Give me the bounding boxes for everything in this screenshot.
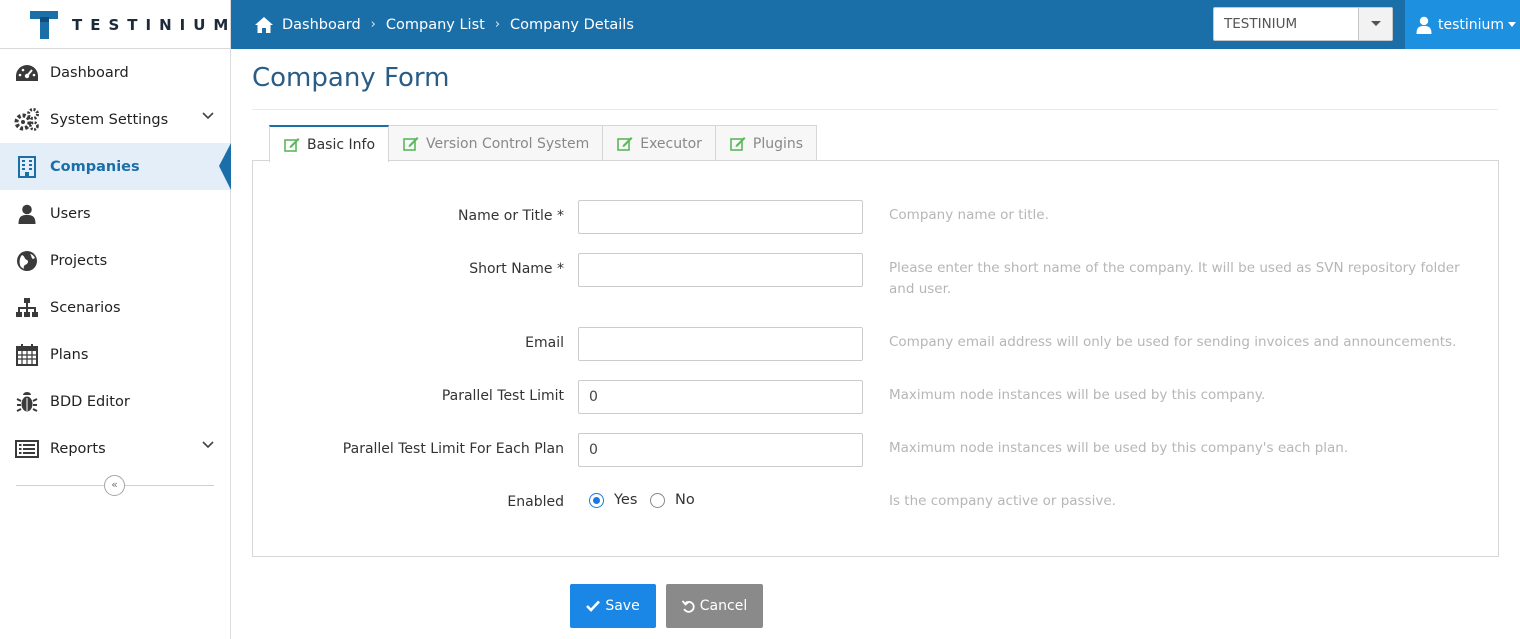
radio-unchecked[interactable] [650, 492, 665, 508]
parallel-limit-plan-label: Parallel Test Limit For Each Plan [342, 441, 564, 457]
sidebar-item-label: Plans [50, 346, 89, 363]
save-button[interactable]: Save [570, 584, 656, 628]
name-input[interactable] [578, 200, 863, 234]
sidebar-item-label: Projects [50, 252, 108, 269]
brand-name: TESTINIUM [72, 16, 237, 34]
title-divider [252, 109, 1498, 110]
company-select-value: TESTINIUM [1224, 16, 1298, 32]
tab-label: Plugins [752, 135, 804, 152]
home-icon[interactable] [254, 16, 274, 34]
tab-executor[interactable]: Executor [602, 125, 716, 161]
sidebar-item-projects[interactable]: Projects [0, 237, 230, 284]
caret-down-icon [1508, 22, 1517, 27]
chevron-down-icon[interactable] [202, 112, 214, 120]
tab-label: Executor [640, 135, 702, 152]
short-name-input[interactable] [578, 253, 863, 287]
page-title: Company Form [252, 63, 450, 93]
check-icon [586, 600, 601, 612]
company-select[interactable]: TESTINIUM [1213, 7, 1393, 41]
breadcrumb-company-list[interactable]: Company List [386, 17, 485, 33]
sidebar-item-companies[interactable]: Companies [0, 143, 231, 190]
radio-label: No [675, 492, 695, 508]
parallel-limit-label: Parallel Test Limit [441, 388, 564, 404]
top-bar: TESTINIUM Dashboard › Company List › Com… [0, 0, 1520, 49]
email-help: Company email address will only be used … [889, 334, 1457, 350]
tab-label: Version Control System [426, 135, 590, 152]
undo-icon [681, 599, 695, 613]
name-help: Company name or title. [889, 207, 1049, 223]
sidebar-item-users[interactable]: Users [0, 190, 230, 237]
sidebar-item-label: BDD Editor [50, 393, 130, 410]
enabled-no-radio[interactable]: No [650, 492, 695, 508]
enabled-yes-radio[interactable]: Yes [589, 492, 637, 508]
save-button-label: Save [605, 598, 640, 614]
username: testinium [1438, 16, 1505, 33]
bug-icon [14, 390, 40, 414]
short-name-label: Short Name * [469, 261, 564, 277]
sidebar-item-label: Users [50, 205, 91, 222]
cancel-button[interactable]: Cancel [666, 584, 763, 628]
tab-basic-info[interactable]: Basic Info [269, 125, 390, 162]
radio-checked[interactable] [589, 492, 604, 508]
sidebar-item-label: Reports [50, 440, 106, 457]
sidebar-item-label: Companies [50, 158, 140, 175]
breadcrumb: Dashboard › Company List › Company Detai… [254, 0, 634, 49]
sitemap-icon [14, 296, 40, 320]
breadcrumb-separator: › [494, 17, 501, 32]
chevron-down-icon[interactable] [202, 441, 214, 449]
sidebar-item-system-settings[interactable]: System Settings [0, 96, 230, 143]
user-icon [1416, 16, 1432, 34]
breadcrumb-company-details: Company Details [510, 16, 634, 33]
list-alt-icon [14, 437, 40, 461]
parallel-limit-input[interactable] [578, 380, 863, 414]
building-icon [14, 155, 40, 179]
parallel-limit-plan-input[interactable] [578, 433, 863, 467]
sidebar-item-reports[interactable]: Reports [0, 425, 230, 472]
company-select-toggle[interactable] [1358, 8, 1392, 40]
breadcrumb-dashboard[interactable]: Dashboard [282, 17, 361, 33]
sidebar-item-plans[interactable]: Plans [0, 331, 230, 378]
tab-plugins[interactable]: Plugins [714, 125, 818, 161]
user-icon [14, 202, 40, 226]
user-menu[interactable]: testinium [1405, 0, 1520, 49]
collapse-sidebar-icon[interactable]: « [104, 475, 125, 496]
short-name-help: Please enter the short name of the compa… [889, 260, 1460, 297]
sidebar-item-scenarios[interactable]: Scenarios [0, 284, 230, 331]
dashboard-icon [14, 61, 40, 85]
parallel-limit-plan-help: Maximum node instances will be used by t… [889, 440, 1349, 456]
email-field[interactable] [578, 327, 863, 361]
brand-logo[interactable]: TESTINIUM [0, 0, 231, 49]
tab-label: Basic Info [307, 136, 376, 153]
enabled-label: Enabled [507, 494, 564, 510]
gears-icon [14, 107, 40, 132]
parallel-limit-help: Maximum node instances will be used by t… [889, 387, 1266, 403]
edit-icon [403, 137, 419, 151]
name-label: Name or Title * [458, 208, 564, 224]
cancel-button-label: Cancel [699, 598, 748, 614]
sidebar-item-dashboard[interactable]: Dashboard [0, 49, 230, 96]
edit-icon [730, 137, 746, 151]
email-label: Email [525, 335, 564, 351]
testinium-logo-icon [30, 11, 58, 39]
calendar-icon [14, 343, 40, 367]
sidebar-item-label: Dashboard [50, 64, 129, 81]
breadcrumb-separator: › [370, 17, 376, 32]
caret-down-icon [1371, 21, 1381, 26]
globe-icon [14, 249, 40, 273]
form-tabs: Basic Info Version Control System Execut… [269, 125, 818, 162]
company-form-panel: Name or Title * Company name or title. S… [252, 160, 1499, 557]
radio-label: Yes [614, 492, 638, 508]
sidebar-item-bdd-editor[interactable]: BDD Editor [0, 378, 230, 425]
enabled-help: Is the company active or passive. [889, 493, 1116, 509]
sidebar-item-label: System Settings [50, 111, 169, 128]
edit-icon [617, 137, 633, 151]
sidebar: Dashboard System Settings Companies User… [0, 49, 231, 639]
sidebar-item-label: Scenarios [50, 299, 121, 316]
edit-icon [284, 138, 300, 152]
tab-version-control-system[interactable]: Version Control System [388, 125, 604, 161]
